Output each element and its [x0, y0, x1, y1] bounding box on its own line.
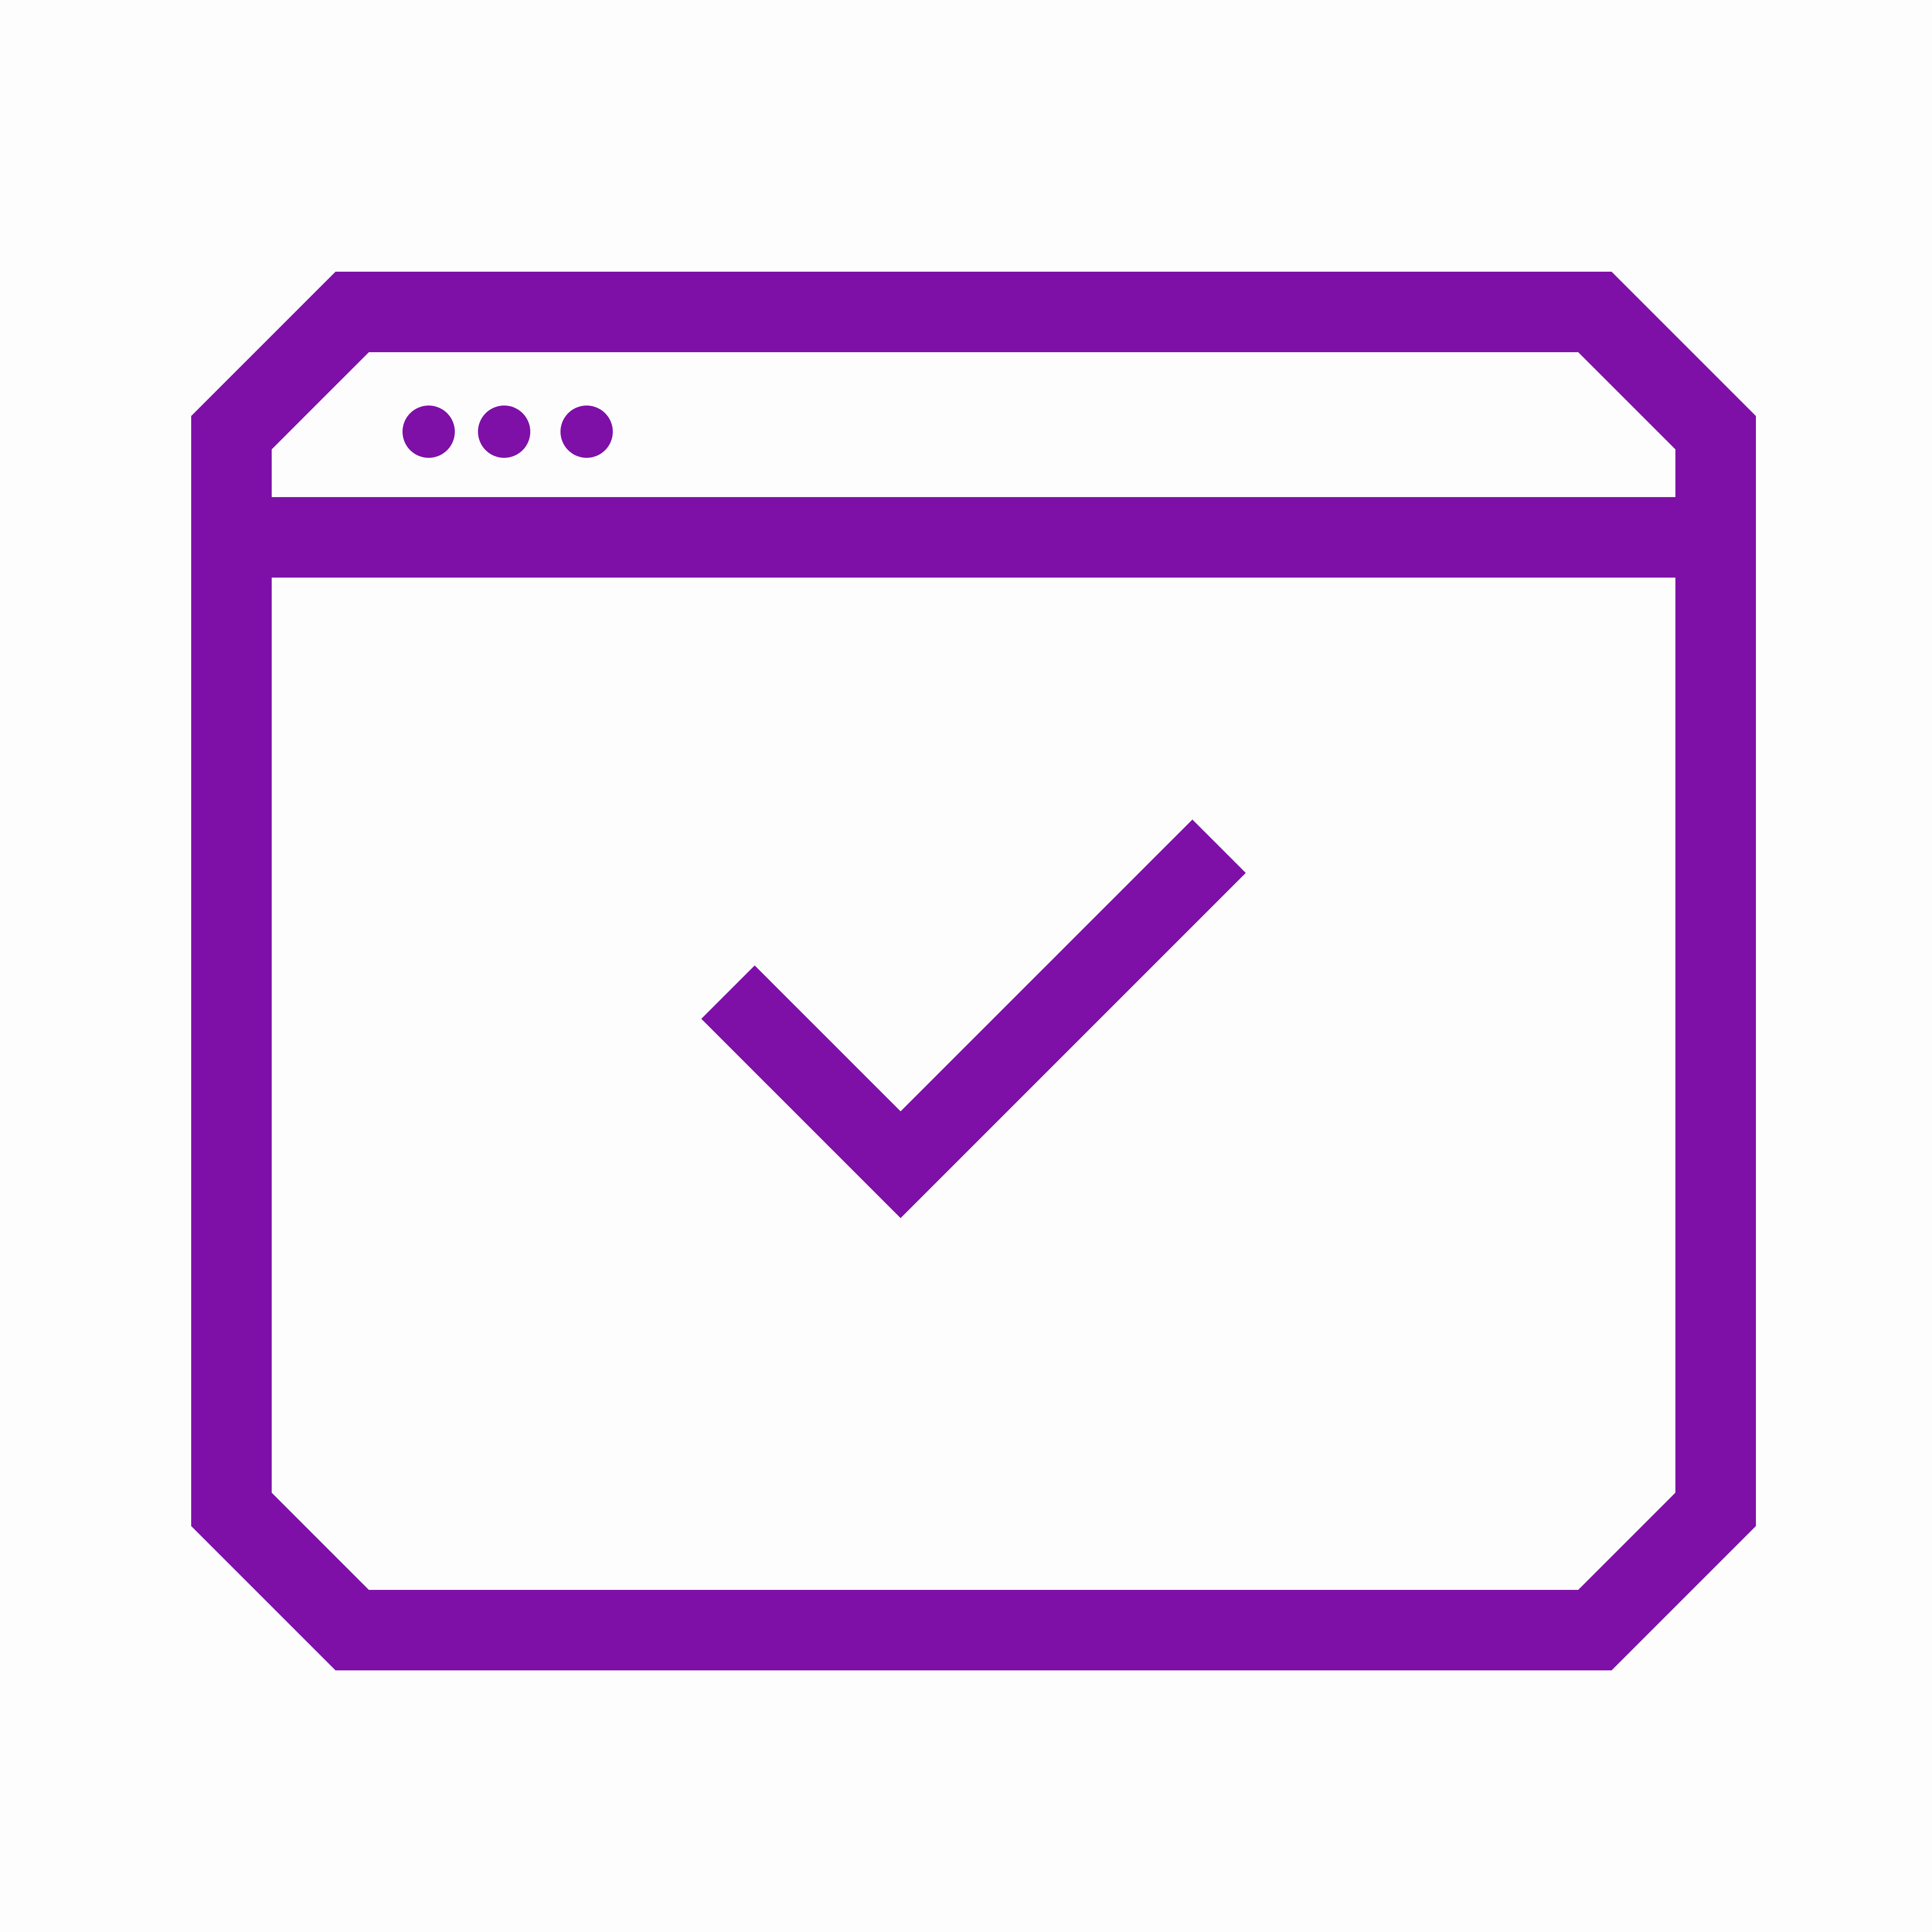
browser-window-check-icon	[191, 272, 1756, 1670]
icon-canvas	[0, 0, 1932, 1932]
window-dot-1	[403, 406, 455, 458]
window-control-dots	[403, 406, 613, 458]
window-dot-3	[560, 406, 613, 458]
window-dot-2	[478, 406, 530, 458]
checkmark-icon	[701, 819, 1246, 1219]
